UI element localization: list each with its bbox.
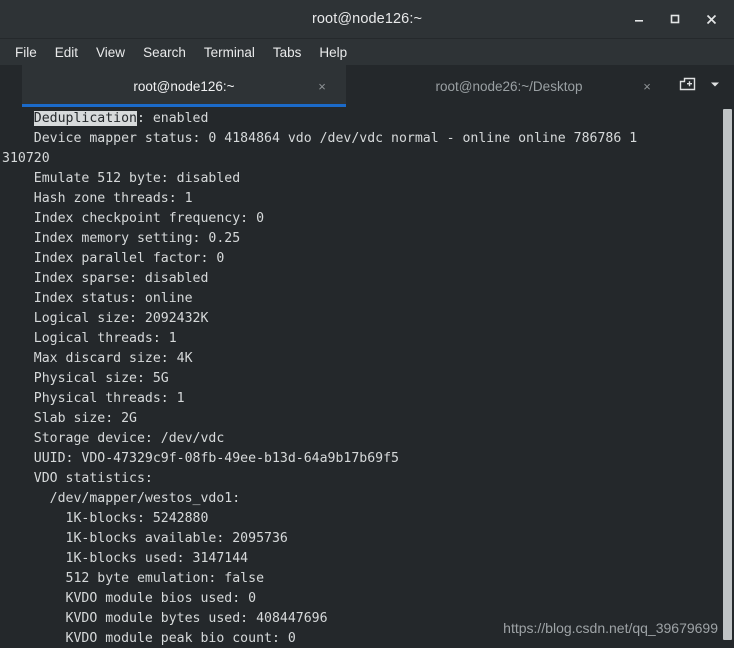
maximize-button[interactable] [658, 4, 692, 34]
terminal-line: Emulate 512 byte: disabled [2, 171, 241, 186]
terminal-line: Physical threads: 1 [2, 391, 185, 406]
terminal-line: Slab size: 2G [2, 411, 137, 426]
scrollbar-thumb[interactable] [723, 109, 732, 640]
menu-item-view[interactable]: View [87, 42, 134, 63]
maximize-icon [669, 13, 681, 25]
terminal-line: 512 byte emulation: false [2, 571, 265, 586]
chevron-down-icon [708, 77, 722, 96]
new-tab-icon [679, 75, 696, 97]
menu-item-tabs[interactable]: Tabs [264, 42, 311, 63]
terminal-line: Index checkpoint frequency: 0 [2, 211, 265, 226]
title-bar: root@node126:~ [0, 0, 734, 39]
terminal-line: 1K-blocks: 5242880 [2, 511, 209, 526]
tab-close-icon[interactable]: × [639, 78, 655, 94]
tab-bar-controls [672, 65, 734, 107]
terminal-line: Physical size: 5G [2, 371, 169, 386]
tab-close-icon[interactable]: × [314, 78, 330, 94]
window-controls [622, 0, 728, 38]
terminal-line: 310720 [2, 151, 50, 166]
close-icon [705, 13, 718, 26]
tab-bar: root@node126:~ × root@node26:~/Desktop × [0, 65, 734, 107]
new-tab-button[interactable] [674, 73, 700, 99]
tab-label: root@node26:~/Desktop [435, 78, 583, 94]
terminal-line: Index parallel factor: 0 [2, 251, 225, 266]
minimize-icon [633, 13, 645, 25]
terminal-output: Deduplication: enabled Device mapper sta… [0, 109, 720, 648]
menu-item-search[interactable]: Search [134, 42, 195, 63]
terminal-screen[interactable]: Deduplication: enabled Device mapper sta… [0, 107, 720, 648]
tab-node26-desktop[interactable]: root@node26:~/Desktop × [347, 65, 672, 107]
terminal-line: Max discard size: 4K [2, 351, 193, 366]
terminal-line: KVDO module peak bio count: 0 [2, 631, 296, 646]
tab-bar-gutter [0, 65, 22, 107]
terminal-line: Index memory setting: 0.25 [2, 231, 241, 246]
terminal-line: 1K-blocks used: 3147144 [2, 551, 249, 566]
terminal-window: root@node126:~ File Edit View Search Ter… [0, 0, 734, 648]
menu-bar: File Edit View Search Terminal Tabs Help [0, 39, 734, 65]
close-button[interactable] [694, 4, 728, 34]
tab-node126[interactable]: root@node126:~ × [22, 65, 347, 107]
menu-item-help[interactable]: Help [310, 42, 356, 63]
terminal-line: Deduplication: enabled [33, 111, 209, 126]
menu-item-edit[interactable]: Edit [46, 42, 87, 63]
terminal-line: UUID: VDO-47329c9f-08fb-49ee-b13d-64a9b1… [2, 451, 399, 466]
terminal-line: Index sparse: disabled [2, 271, 209, 286]
tab-list-button[interactable] [702, 73, 728, 99]
menu-item-file[interactable]: File [6, 42, 46, 63]
terminal-line: /dev/mapper/westos_vdo1: [2, 491, 241, 506]
terminal-line: VDO statistics: [2, 471, 153, 486]
terminal-line: Hash zone threads: 1 [2, 191, 193, 206]
minimize-button[interactable] [622, 4, 656, 34]
terminal-line: Logical threads: 1 [2, 331, 177, 346]
tab-label: root@node126:~ [133, 78, 235, 94]
terminal-line: Storage device: /dev/vdc [2, 431, 225, 446]
menu-item-terminal[interactable]: Terminal [195, 42, 264, 63]
terminal-line: Index status: online [2, 291, 193, 306]
search-match-highlight: Deduplication [33, 111, 137, 126]
terminal-line: 1K-blocks available: 2095736 [2, 531, 288, 546]
terminal-line: KVDO module bios used: 0 [2, 591, 257, 606]
terminal-body: Deduplication: enabled Device mapper sta… [0, 107, 734, 648]
terminal-line: Logical size: 2092432K [2, 311, 209, 326]
terminal-scrollbar[interactable] [720, 107, 734, 648]
terminal-line: Device mapper status: 0 4184864 vdo /dev… [2, 131, 638, 146]
terminal-line: KVDO module bytes used: 408447696 [2, 611, 328, 626]
